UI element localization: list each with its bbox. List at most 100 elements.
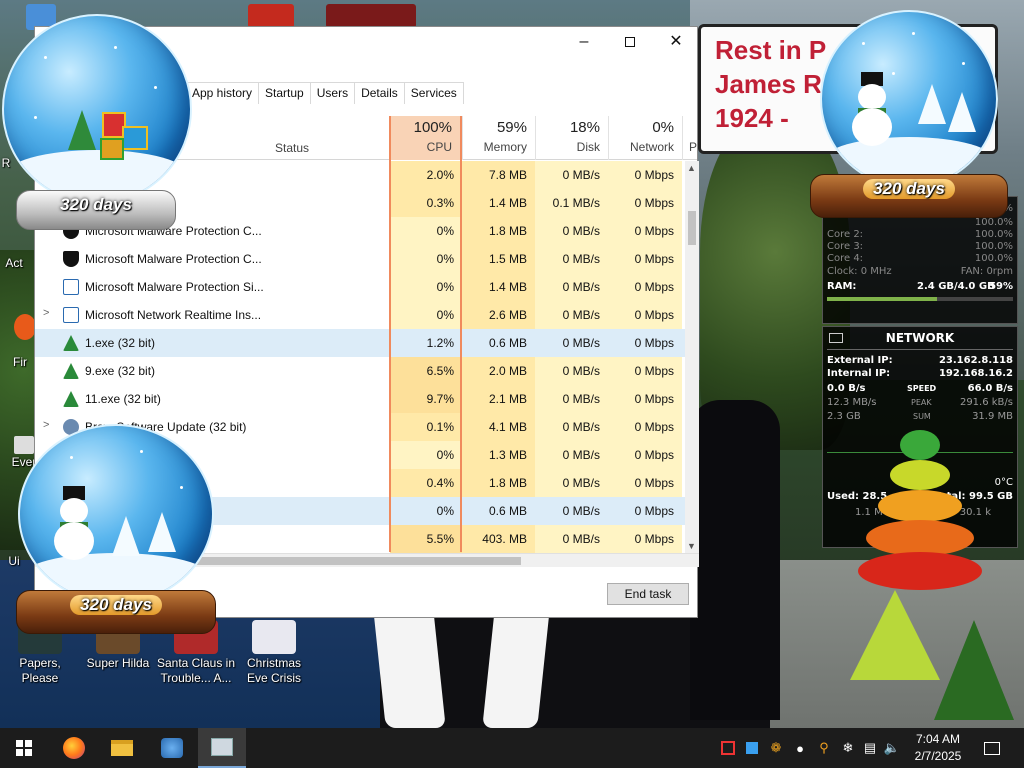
network-cell: 0 Mbps: [608, 497, 682, 525]
column-header-memory[interactable]: 59% Memory: [462, 116, 535, 160]
file-explorer-taskbar-button[interactable]: [98, 728, 146, 768]
snowman-head: [60, 498, 88, 524]
network-cell: 0 Mbps: [608, 441, 682, 469]
maximize-button[interactable]: [607, 27, 653, 57]
disk-total-percent: 18%: [569, 119, 600, 136]
end-task-button[interactable]: End task: [607, 583, 689, 605]
snowflake: [34, 116, 37, 119]
column-header-power-partial[interactable]: P: [682, 116, 699, 160]
external-ip-line: External IP: 23.162.8.118: [827, 355, 1013, 367]
memory-cell: 7.8 MB: [462, 161, 535, 189]
memory-cell: 0.6 MB: [462, 497, 535, 525]
memory-total-percent: 59%: [496, 119, 527, 136]
disk-cell: 0 MB/s: [535, 161, 608, 189]
tray-item[interactable]: [716, 728, 740, 768]
process-name: Microsoft Malware Protection Si...: [85, 280, 264, 294]
column-header-network[interactable]: 0% Network: [608, 116, 682, 160]
desktop-icon-label: Papers, Please: [19, 656, 61, 685]
tray-item[interactable]: [740, 728, 764, 768]
app-taskbar-button[interactable]: [148, 728, 196, 768]
tray-item[interactable]: ❄: [836, 728, 860, 768]
snowflake: [862, 42, 865, 45]
column-header-status[interactable]: Status: [275, 141, 309, 155]
tray-item[interactable]: ❁: [764, 728, 788, 768]
snow-globe-bottom-left[interactable]: 320 days: [14, 424, 218, 644]
disk-cell: 0 MB/s: [535, 441, 608, 469]
network-cell: 0 Mbps: [608, 357, 682, 385]
gift-box: [100, 138, 124, 160]
task-manager-taskbar-button[interactable]: [198, 728, 246, 768]
tree-icon: [63, 391, 79, 407]
snowflake: [70, 456, 73, 459]
process-row[interactable]: 9.exe (32 bit) 6.5% 2.0 MB 0 MB/s 0 Mbps: [35, 357, 685, 385]
memory-cell: 1.4 MB: [462, 273, 535, 301]
sum-down: 2.3 GB: [827, 411, 861, 422]
tray-item[interactable]: ●: [788, 728, 812, 768]
tree-icon: [63, 335, 79, 351]
tree-spiral-top: [900, 430, 940, 460]
horizontal-scroll-thumb[interactable]: [185, 557, 521, 565]
snow-globe-top-left[interactable]: 320 days: [0, 14, 196, 234]
process-name: Microsoft Malware Protection C...: [85, 252, 262, 266]
snowman-body: [852, 108, 892, 146]
disk-cell: 0 MB/s: [535, 413, 608, 441]
snowflake: [114, 46, 117, 49]
scroll-down-icon[interactable]: ▼: [687, 541, 696, 551]
santa-sleigh-icon[interactable]: [326, 4, 416, 28]
tab-users[interactable]: Users: [309, 82, 356, 104]
process-row[interactable]: 11.exe (32 bit) 9.7% 2.1 MB 0 MB/s 0 Mbps: [35, 385, 685, 413]
memory-cell: 403. MB: [462, 525, 535, 553]
snow-globe-top-right[interactable]: 320 days: [808, 10, 1010, 230]
close-icon: ✕: [669, 33, 683, 50]
internal-ip-value: 192.168.16.2: [938, 368, 1013, 379]
dark-silhouette: [690, 400, 780, 720]
taskbar-clock[interactable]: 7:04 AM 2/7/2025: [906, 731, 970, 765]
globe-tree: [148, 512, 176, 552]
peak-up: 291.6 kB/s: [959, 397, 1013, 408]
column-header-disk[interactable]: 18% Disk: [535, 116, 608, 160]
tab-startup[interactable]: Startup: [258, 82, 311, 104]
network-title: NETWORK: [885, 331, 955, 345]
network-cell: 0 Mbps: [608, 189, 682, 217]
process-row[interactable]: Microsoft Malware Protection Si... 0% 1.4 …: [35, 273, 685, 301]
network-cell: 0 Mbps: [608, 161, 682, 189]
tab-services[interactable]: Services: [403, 82, 464, 104]
volume-tray-icon[interactable]: 🔈: [880, 728, 904, 768]
minimize-button[interactable]: –: [561, 27, 607, 57]
cpu-clock: Clock: 0 MHz: [827, 266, 892, 277]
network-cell: 0 Mbps: [608, 469, 682, 497]
maximize-icon: [625, 37, 635, 47]
globe-sphere: [820, 10, 998, 188]
network-tray-icon[interactable]: ▤: [858, 728, 882, 768]
firefox-desktop-icon[interactable]: [14, 314, 36, 340]
process-name: 9.exe (32 bit): [85, 364, 156, 378]
action-center-button[interactable]: [978, 728, 1006, 768]
tab-details[interactable]: Details: [354, 82, 405, 104]
speed-line: 0.0 B/s SPEED 66.0 B/s: [827, 383, 1013, 395]
ram-value: 2.4 GB/4.0 GB: [917, 281, 995, 292]
desktop-icon-christmas-eve-crisis[interactable]: Christmas Eve Crisis: [236, 620, 312, 686]
scroll-up-icon[interactable]: ▲: [687, 163, 696, 173]
globe-days-label: 320 days: [60, 195, 132, 214]
expand-chevron-icon[interactable]: >: [43, 307, 49, 319]
process-row[interactable]: > Microsoft Network Realtime Ins... 0% 2.6 …: [35, 301, 685, 329]
process-row[interactable]: Microsoft Malware Protection C... 0% 1.5 M…: [35, 245, 685, 273]
memory-column-label: Memory: [483, 140, 527, 154]
snowflake: [44, 56, 47, 59]
process-row[interactable]: 1.exe (32 bit) 1.2% 0.6 MB 0 MB/s 0 Mbps: [35, 329, 685, 357]
column-header-cpu[interactable]: 100% CPU: [389, 116, 462, 160]
network-cell: 0 Mbps: [608, 329, 682, 357]
firefox-taskbar-button[interactable]: [50, 728, 98, 768]
cpu-cell: 0%: [390, 245, 462, 273]
snowflake: [962, 62, 965, 65]
snowflake: [912, 32, 915, 35]
divider: [827, 349, 1013, 350]
close-button[interactable]: ✕: [653, 27, 699, 57]
partial-label: Fir: [13, 355, 27, 369]
start-button[interactable]: [0, 728, 48, 768]
vertical-scrollbar[interactable]: ▲ ▼: [685, 161, 699, 553]
tray-item[interactable]: ⚲: [812, 728, 836, 768]
mcdonalds-icon[interactable]: [248, 4, 294, 28]
tab-app-history[interactable]: App history: [185, 82, 260, 104]
vertical-scroll-thumb[interactable]: [688, 211, 696, 245]
